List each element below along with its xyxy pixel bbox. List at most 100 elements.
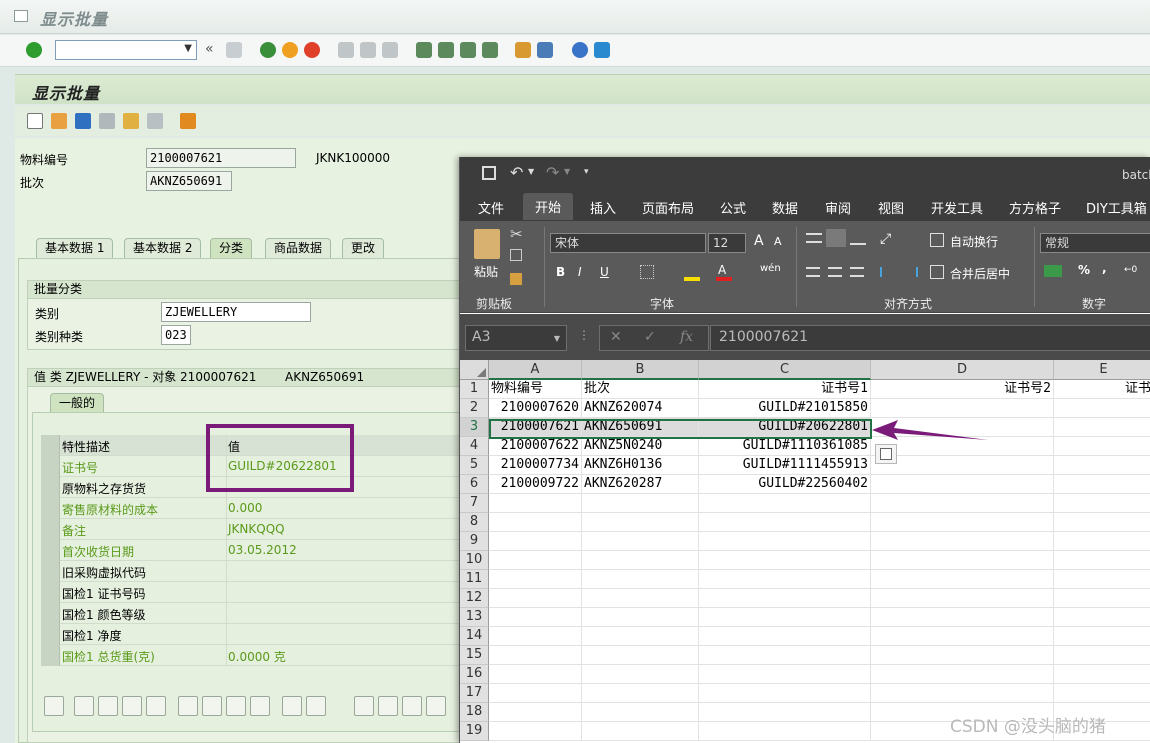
bold-icon[interactable]: B	[556, 265, 565, 279]
cell[interactable]	[699, 703, 871, 722]
row-header[interactable]: 17	[460, 684, 489, 703]
info-icon[interactable]	[306, 696, 326, 716]
align-top-icon[interactable]	[806, 233, 822, 243]
name-box[interactable]: A3 ▼	[465, 325, 567, 351]
cell[interactable]: GUILD#1110361085	[699, 437, 871, 456]
cell[interactable]	[582, 513, 699, 532]
copy-icon[interactable]	[51, 113, 67, 129]
cell[interactable]	[1054, 532, 1150, 551]
row-header[interactable]: 4	[460, 437, 489, 456]
save-icon[interactable]	[226, 42, 242, 58]
row-selector[interactable]	[41, 498, 60, 519]
cell[interactable]	[871, 627, 1054, 646]
align-bottom-icon[interactable]	[850, 235, 866, 245]
subtab-general[interactable]: 一般的	[50, 393, 105, 413]
row-selector[interactable]	[41, 582, 60, 603]
cell[interactable]	[1054, 684, 1150, 703]
cell[interactable]: 2100009722	[489, 475, 582, 494]
select-all-corner[interactable]	[460, 360, 489, 380]
collapse-icon[interactable]: «	[205, 41, 221, 57]
cell[interactable]	[871, 494, 1054, 513]
row-header[interactable]: 7	[460, 494, 489, 513]
cell[interactable]	[489, 513, 582, 532]
chevron-down-icon[interactable]: ▼	[184, 43, 192, 54]
italic-icon[interactable]: I	[578, 265, 582, 279]
cell[interactable]	[1054, 399, 1150, 418]
cell[interactable]: 证书号2	[871, 380, 1054, 399]
cell[interactable]	[699, 608, 871, 627]
table-row[interactable]: 首次收货日期 03.05.2012	[41, 540, 460, 561]
wrap-text-button[interactable]: 自动换行	[950, 233, 998, 250]
cell[interactable]	[582, 589, 699, 608]
cell[interactable]	[699, 494, 871, 513]
paste-icon[interactable]	[226, 696, 246, 716]
cell[interactable]	[489, 494, 582, 513]
menu-developer[interactable]: 开发工具	[931, 198, 983, 217]
cell[interactable]: AKNZ6H0136	[582, 456, 699, 475]
table-row[interactable]: 国检1 净度	[41, 624, 460, 645]
row-header[interactable]: 8	[460, 513, 489, 532]
paste-button[interactable]: 粘贴	[474, 263, 498, 280]
characteristic-value[interactable]: 0.0000 克	[228, 648, 286, 665]
cell[interactable]	[871, 513, 1054, 532]
menu-formulas[interactable]: 公式	[720, 198, 746, 217]
more-options-icon[interactable]: ⋮	[578, 328, 590, 342]
cell[interactable]	[582, 665, 699, 684]
search-binoculars-icon[interactable]	[354, 696, 374, 716]
font-color-icon[interactable]: A	[718, 263, 726, 277]
exit-app-icon[interactable]	[282, 42, 298, 58]
cell[interactable]	[582, 494, 699, 513]
table-row[interactable]: 国检1 总货重(克) 0.0000 克	[41, 645, 460, 666]
table-row[interactable]: 旧采购虚拟代码	[41, 561, 460, 582]
find-icon[interactable]	[360, 42, 376, 58]
copy-row-icon[interactable]	[202, 696, 222, 716]
cell[interactable]	[489, 532, 582, 551]
row-header[interactable]: 19	[460, 722, 489, 741]
insert-function-icon[interactable]: fx	[680, 329, 693, 345]
cell[interactable]	[1054, 627, 1150, 646]
table-row[interactable]: 备注 JKNKQQQ	[41, 519, 460, 540]
cell[interactable]	[582, 570, 699, 589]
cell[interactable]	[699, 627, 871, 646]
cell[interactable]	[871, 551, 1054, 570]
last-page-icon[interactable]	[482, 42, 498, 58]
menu-file[interactable]: 文件	[478, 198, 504, 217]
next-page-icon[interactable]	[460, 42, 476, 58]
cell[interactable]	[871, 532, 1054, 551]
menu-page-layout[interactable]: 页面布局	[642, 198, 694, 217]
tab-basic-data-1[interactable]: 基本数据 1	[36, 238, 114, 258]
customize-qat-icon[interactable]: ▾	[584, 167, 589, 177]
row-selector[interactable]	[41, 624, 60, 645]
row-selector[interactable]	[41, 456, 60, 477]
change-pencil-icon[interactable]	[75, 113, 91, 129]
cell[interactable]	[582, 627, 699, 646]
row-header[interactable]: 9	[460, 532, 489, 551]
cell[interactable]	[489, 608, 582, 627]
menu-data[interactable]: 数据	[772, 198, 798, 217]
cell[interactable]	[582, 646, 699, 665]
cell[interactable]: 物料编号	[489, 380, 582, 399]
row-header[interactable]: 3	[460, 418, 489, 437]
cell[interactable]	[582, 532, 699, 551]
menu-insert[interactable]: 插入	[590, 198, 616, 217]
class-field[interactable]: ZJEWELLERY	[161, 302, 311, 322]
document-icon[interactable]	[147, 113, 163, 129]
cell[interactable]	[871, 646, 1054, 665]
cell[interactable]	[1054, 456, 1150, 475]
other-batch-icon[interactable]	[123, 113, 139, 129]
table-row[interactable]: 国检1 颜色等级	[41, 603, 460, 624]
column-header-b[interactable]: B	[582, 360, 699, 380]
material-field[interactable]: 2100007621	[146, 148, 296, 168]
tab-product-data[interactable]: 商品数据	[265, 238, 332, 258]
cell[interactable]	[489, 703, 582, 722]
row-header[interactable]: 16	[460, 665, 489, 684]
undo-icon[interactable]: ↶	[510, 163, 523, 182]
cell[interactable]	[489, 684, 582, 703]
first-page-icon[interactable]	[416, 42, 432, 58]
cell[interactable]	[1054, 665, 1150, 684]
cell[interactable]	[489, 551, 582, 570]
cell[interactable]	[1054, 570, 1150, 589]
characteristic-value[interactable]: 0.000	[228, 501, 262, 515]
paste-options-icon[interactable]	[875, 444, 897, 464]
layout-menu-icon[interactable]	[594, 42, 610, 58]
